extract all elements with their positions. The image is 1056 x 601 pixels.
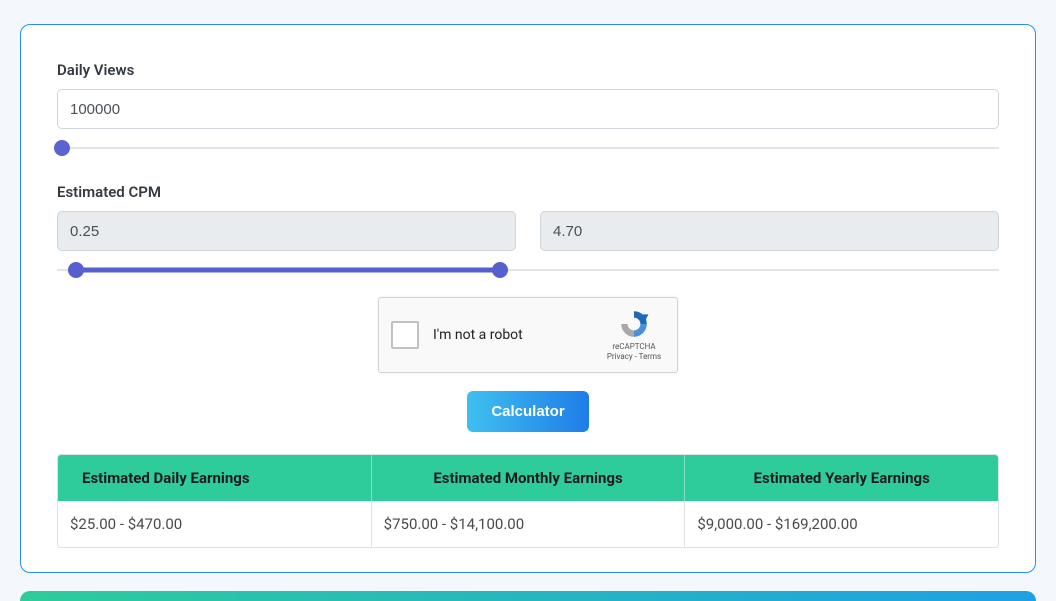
header-daily: Estimated Daily Earnings (58, 455, 372, 501)
footer-bar (20, 591, 1036, 601)
value-daily: $25.00 - $470.00 (58, 501, 372, 547)
slider-thumb[interactable] (54, 140, 70, 156)
slider-thumb-low[interactable] (68, 262, 84, 278)
cpm-label: Estimated CPM (57, 183, 999, 201)
daily-views-label: Daily Views (57, 61, 999, 79)
daily-views-slider[interactable] (57, 139, 999, 157)
value-yearly: $9,000.00 - $169,200.00 (685, 501, 998, 547)
recaptcha-badge: reCAPTCHA Privacy - Terms (603, 308, 665, 363)
header-yearly: Estimated Yearly Earnings (685, 455, 998, 501)
recaptcha-icon (618, 308, 650, 340)
cpm-low-input (57, 211, 516, 251)
table-header-row: Estimated Daily Earnings Estimated Month… (58, 455, 998, 501)
recaptcha-widget: I'm not a robot reCAPTCHA Privacy - Term… (378, 297, 678, 373)
header-monthly: Estimated Monthly Earnings (372, 455, 686, 501)
slider-thumb-high[interactable] (492, 262, 508, 278)
cpm-range-slider[interactable] (57, 261, 999, 279)
cpm-high-input (540, 211, 999, 251)
slider-fill (76, 268, 500, 273)
calculator-button[interactable]: Calculator (467, 391, 588, 432)
recaptcha-links-text: Privacy - Terms (603, 352, 665, 362)
recaptcha-label: I'm not a robot (433, 327, 603, 343)
recaptcha-checkbox[interactable] (391, 321, 419, 349)
calculator-card: Daily Views Estimated CPM I'm not a robo… (20, 24, 1036, 573)
slider-track (57, 147, 999, 149)
table-row: $25.00 - $470.00 $750.00 - $14,100.00 $9… (58, 501, 998, 547)
value-monthly: $750.00 - $14,100.00 (372, 501, 686, 547)
recaptcha-brand-text: reCAPTCHA (603, 342, 665, 352)
daily-views-input[interactable] (57, 89, 999, 129)
results-table: Estimated Daily Earnings Estimated Month… (57, 454, 999, 548)
